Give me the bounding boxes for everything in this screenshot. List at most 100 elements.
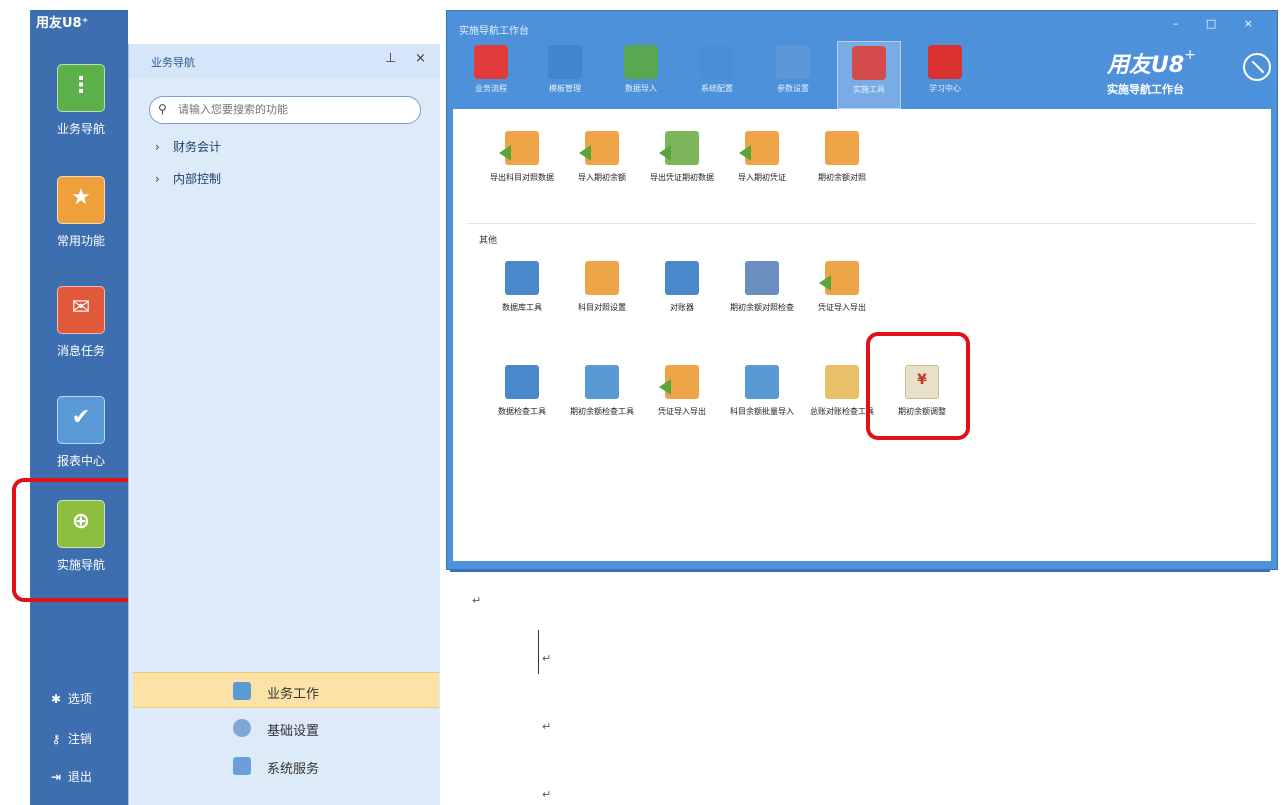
toolbar-label: 参数设置 — [777, 84, 809, 93]
highlight-opening-balance-adjust — [866, 332, 970, 440]
tree-node-finance[interactable]: › 财务会计 — [155, 138, 221, 155]
tab-system-service[interactable]: 系统服务 — [133, 748, 439, 784]
screen-icon — [776, 45, 810, 79]
tool-label: 科目对照设置 — [578, 303, 626, 312]
toolbar-learning-center[interactable]: 学习中心 — [913, 41, 977, 109]
tool-label: 凭证导入导出 — [818, 303, 866, 312]
export-voucher-icon — [659, 131, 699, 165]
paragraph-mark: ↵ — [542, 720, 552, 733]
paragraph-mark: ↵ — [542, 652, 552, 665]
tab-basic-settings[interactable]: 基础设置 — [133, 710, 439, 746]
brand-circle-icon — [1243, 53, 1271, 81]
data-import-icon — [624, 45, 658, 79]
toolbar-label: 业务流程 — [475, 84, 507, 93]
brand-superscript: + — [1184, 47, 1196, 63]
app-title: 用友U8⁺ — [36, 16, 89, 31]
tool-voucher-import-export[interactable]: 凭证导入导出 — [803, 261, 881, 313]
tool-label: 期初余额对照检查 — [730, 303, 794, 312]
toolbar-label: 学习中心 — [929, 84, 961, 93]
import-icon — [579, 131, 619, 165]
chevron-right-icon: › — [155, 172, 160, 186]
toolbar-data-import[interactable]: 数据导入 — [609, 41, 673, 109]
rail-label: 业务导航 — [56, 122, 105, 136]
tool-database[interactable]: 数据库工具 — [483, 261, 561, 313]
exit-button[interactable]: ⇥ 退出 — [48, 768, 92, 785]
tab-label: 系统服务 — [267, 762, 320, 777]
tab-business-work[interactable]: 业务工作 — [133, 672, 439, 708]
tool-label: 导入期初余额 — [578, 173, 626, 182]
star-icon: ★ — [57, 176, 105, 224]
tool-opening-balance-mapping[interactable]: 期初余额对照 — [803, 131, 881, 183]
options-button[interactable]: ✱ 选项 — [48, 690, 92, 707]
balance-mapping-icon — [825, 131, 859, 165]
dialog-title: 实施导航工作台 — [459, 26, 529, 37]
function-tree-panel: 业务导航 ⊥ × ⚲ › 财务会计 › 内部控制 业务工作 基础设置 系统服务 — [128, 44, 440, 805]
screen: 用友U8⁺ ⋮ 业务导航 ★ 常用功能 ✉ 消息任务 ✔ 报表中心 ⊕ 实施导航… — [0, 0, 1285, 805]
tree-node-label: 内部控制 — [173, 172, 222, 186]
tool-export-voucher-opening[interactable]: 导出凭证期初数据 — [643, 131, 721, 183]
toolbar-template-management[interactable]: 模板管理 — [533, 41, 597, 109]
tool-reconciler[interactable]: 对账器 — [643, 261, 721, 313]
report-icon: ✔ — [57, 396, 105, 444]
system-service-icon — [233, 757, 251, 775]
search-box[interactable]: ⚲ — [149, 96, 421, 124]
tool-label: 导入期初凭证 — [738, 173, 786, 182]
tool-label: 凭证导入导出 — [658, 407, 706, 416]
batch-import-icon — [745, 365, 779, 399]
tool-import-opening-balance[interactable]: 导入期初余额 — [563, 131, 641, 183]
tool-batch-import[interactable]: 科目余额批量导入 — [723, 365, 801, 417]
tab-label: 业务工作 — [267, 687, 320, 702]
highlight-implementation-nav — [12, 478, 140, 602]
brand-subtitle: 实施导航工作台 — [1107, 83, 1184, 96]
tool-opening-balance-check[interactable]: 期初余额对照检查 — [723, 261, 801, 313]
tool-label: 科目余额批量导入 — [730, 407, 794, 416]
paragraph-mark: ↵ — [542, 788, 552, 801]
business-nav-icon: ⋮ — [57, 64, 105, 112]
implementation-workbench-dialog: 实施导航工作台 – □ × 业务流程 模板管理 数据导入 系统配置 参数设置 实… — [446, 10, 1278, 570]
tool-label: 对账器 — [670, 303, 694, 312]
rail-label: 常用功能 — [56, 234, 105, 248]
gear-icon: ✱ — [50, 692, 62, 706]
tool-data-check[interactable]: 数据检查工具 — [483, 365, 561, 417]
export-icon — [499, 131, 539, 165]
toolbar-implementation-tools[interactable]: 实施工具 — [837, 41, 901, 109]
rail-item-common[interactable]: ★ 常用功能 — [38, 176, 124, 249]
toolbar-label: 数据导入 — [625, 84, 657, 93]
toolbar-label: 实施工具 — [853, 85, 885, 94]
tool-opening-balance-check-tool[interactable]: 期初余额检查工具 — [563, 365, 641, 417]
pin-icon[interactable]: ⊥ — [385, 51, 396, 66]
tool-voucher-import-export-2[interactable]: 凭证导入导出 — [643, 365, 721, 417]
paragraph-mark: ↵ — [472, 594, 482, 607]
tools-icon — [852, 46, 886, 80]
toolbar-parameter-settings[interactable]: 参数设置 — [761, 41, 825, 109]
exit-icon: ⇥ — [50, 770, 62, 784]
window-controls[interactable]: – □ × — [1173, 17, 1265, 30]
tool-subject-mapping-settings[interactable]: 科目对照设置 — [563, 261, 641, 313]
tool-label: 期初余额对照 — [818, 173, 866, 182]
balance-check-icon — [585, 365, 619, 399]
tool-label: 导出科目对照数据 — [490, 173, 554, 182]
rail-item-business-nav[interactable]: ⋮ 业务导航 — [38, 64, 124, 137]
magnifier-icon — [825, 365, 859, 399]
reconciler-icon — [665, 261, 699, 295]
toolbar-business-flow[interactable]: 业务流程 — [459, 41, 523, 109]
brand-name: 用友U8 — [1107, 53, 1185, 78]
tool-import-opening-voucher[interactable]: 导入期初凭证 — [723, 131, 801, 183]
business-work-icon — [233, 682, 251, 700]
list-check-icon — [745, 261, 779, 295]
tree-node-label: 财务会计 — [173, 140, 222, 154]
exit-label: 退出 — [67, 770, 92, 784]
search-input[interactable] — [178, 102, 414, 118]
close-icon[interactable]: × — [415, 51, 426, 66]
dialog-content: 导出科目对照数据 导入期初余额 导出凭证期初数据 导入期初凭证 期初余额对照 其… — [453, 109, 1271, 561]
chevron-right-icon: › — [155, 140, 160, 154]
toolbar-system-config[interactable]: 系统配置 — [685, 41, 749, 109]
rail-item-messages[interactable]: ✉ 消息任务 — [38, 286, 124, 359]
tool-export-subject-mapping[interactable]: 导出科目对照数据 — [483, 131, 561, 183]
document-ruler-line — [450, 570, 1270, 572]
rail-item-reports[interactable]: ✔ 报表中心 — [38, 396, 124, 469]
voucher-transfer-icon — [819, 261, 859, 295]
brand-logo: 用友U8+ 实施导航工作台 — [1107, 47, 1271, 97]
logout-button[interactable]: ⚷ 注销 — [48, 730, 92, 747]
tree-node-internal-control[interactable]: › 内部控制 — [155, 170, 221, 187]
